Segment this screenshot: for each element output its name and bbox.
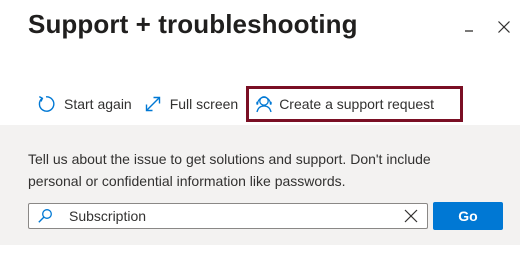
minimize-icon	[465, 30, 473, 32]
start-again-label: Start again	[64, 96, 132, 112]
close-button[interactable]	[495, 18, 513, 36]
expand-icon	[144, 95, 162, 113]
page-title: Support + troubleshooting	[28, 9, 358, 39]
minimize-button[interactable]	[460, 18, 478, 36]
full-screen-button[interactable]: Full screen	[144, 86, 238, 122]
go-button[interactable]: Go	[433, 202, 503, 230]
search-box[interactable]	[28, 203, 428, 229]
create-support-request-button[interactable]: Create a support request	[246, 86, 464, 122]
content-area	[0, 245, 520, 262]
search-panel: Tell us about the issue to get solutions…	[0, 125, 520, 245]
full-screen-label: Full screen	[169, 96, 239, 112]
start-again-button[interactable]: Start again	[36, 86, 132, 122]
clear-icon[interactable]	[403, 208, 419, 224]
close-icon	[498, 21, 510, 33]
support-person-icon	[253, 93, 275, 115]
search-icon	[37, 208, 53, 224]
description-text: Tell us about the issue to get solutions…	[28, 151, 431, 189]
search-input[interactable]	[69, 208, 403, 224]
create-support-request-label: Create a support request	[279, 96, 435, 112]
refresh-icon	[36, 94, 56, 114]
support-troubleshooting-pane: Support + troubleshooting Start again Fu…	[0, 0, 520, 262]
command-bar: Start again Full screen Create a support…	[28, 86, 464, 122]
